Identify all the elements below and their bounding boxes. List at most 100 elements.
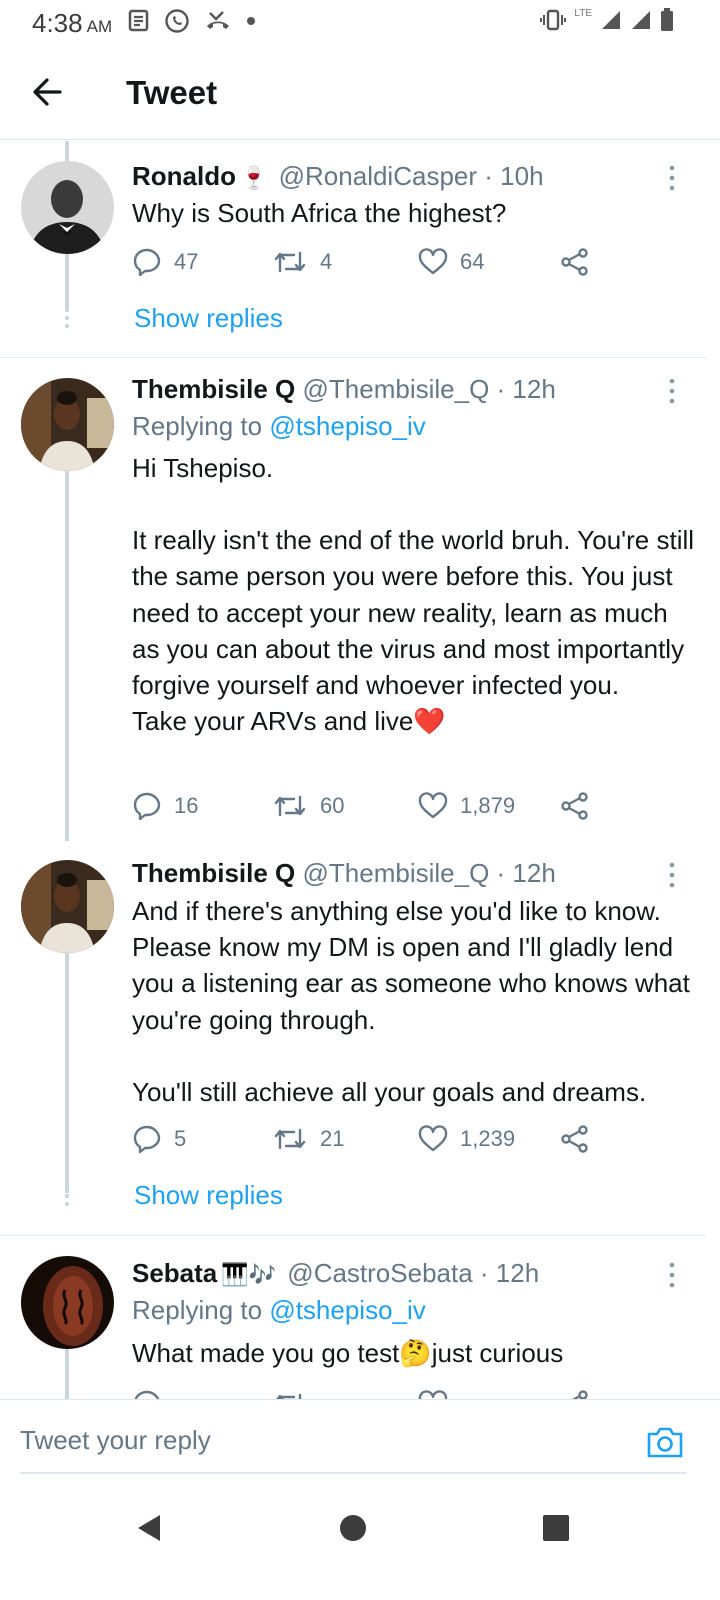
- avatar[interactable]: [21, 161, 114, 254]
- share-icon: [561, 1125, 588, 1153]
- show-replies-link[interactable]: Show replies: [134, 1180, 283, 1211]
- name-emoji: 🎹🎶: [221, 1262, 277, 1287]
- tweet-sebata[interactable]: Sebata 🎹🎶 @CastroSebata · 12h Replying to…: [0, 1236, 720, 1399]
- tweet-header: Ronaldo 🍷 @RonaldiCasper · 10h: [132, 161, 544, 192]
- app-header: Tweet: [0, 44, 720, 140]
- news-icon: [128, 9, 149, 32]
- like-button[interactable]: 1,239: [418, 1124, 515, 1154]
- share-button[interactable]: [560, 791, 590, 821]
- reply-count: 47: [174, 249, 199, 274]
- more-vertical-icon: [669, 1262, 675, 1288]
- author-name[interactable]: Ronaldo: [132, 161, 236, 191]
- reply-button[interactable]: 16: [132, 791, 198, 821]
- network-type-label: LTE: [574, 8, 592, 19]
- retweet-button[interactable]: 4: [272, 247, 332, 277]
- camera-icon: [647, 1427, 683, 1458]
- author-name[interactable]: Thembisile Q: [132, 374, 295, 404]
- author-handle[interactable]: @RonaldiCasper: [279, 161, 477, 191]
- heart-icon: [418, 792, 448, 819]
- like-count: 1,879: [460, 793, 516, 818]
- author-name[interactable]: Thembisile Q: [132, 858, 295, 888]
- comment-icon: [133, 792, 161, 821]
- tweet-header: Thembisile Q @Thembisile_Q · 12h: [132, 858, 556, 889]
- retweet-count: 4: [320, 249, 333, 274]
- mention-link[interactable]: @tshepiso_iv: [269, 411, 425, 441]
- triangle-back-icon: [138, 1515, 160, 1541]
- thread-line: [65, 1349, 69, 1399]
- signal-icon-2: [632, 11, 650, 29]
- like-count: 64: [460, 249, 485, 274]
- name-emoji: 🍷: [240, 165, 268, 190]
- reply-button[interactable]: 47: [132, 247, 198, 277]
- tweet-thembisile-2[interactable]: Thembisile Q @Thembisile_Q · 12h And if …: [0, 840, 720, 1235]
- signal-icon: [602, 11, 620, 29]
- tweet-time: · 12h: [479, 1258, 540, 1288]
- retweet-button[interactable]: 21: [272, 1124, 344, 1154]
- tweet-time: · 10h: [484, 161, 544, 191]
- nav-back-button[interactable]: [130, 1508, 170, 1548]
- tweet-text: And if there's anything else you'd like …: [132, 896, 690, 1107]
- author-handle[interactable]: @Thembisile_Q: [303, 374, 490, 404]
- camera-button[interactable]: [646, 1424, 684, 1460]
- share-icon: [561, 248, 588, 276]
- reply-bar: [0, 1399, 720, 1479]
- more-vertical-icon: [669, 378, 675, 404]
- tweet-actions: 5 21 1,239: [132, 1124, 602, 1158]
- retweet-button[interactable]: 60: [272, 791, 344, 821]
- like-button[interactable]: 1,879: [418, 791, 515, 821]
- comment-icon: [133, 1125, 161, 1154]
- retweet-button[interactable]: [272, 1389, 308, 1399]
- author-handle[interactable]: @CastroSebata: [287, 1258, 472, 1288]
- notification-dot-icon: [247, 17, 255, 25]
- tweet-feed[interactable]: Ronaldo 🍷 @RonaldiCasper · 10h Why is Sou…: [0, 141, 720, 1399]
- tweet-header: Sebata 🎹🎶 @CastroSebata · 12h: [132, 1258, 539, 1289]
- more-vertical-icon: [669, 165, 675, 191]
- heart-icon: [418, 1390, 448, 1399]
- tweet-thembisile-1[interactable]: Thembisile Q @Thembisile_Q · 12h Replyin…: [0, 358, 720, 841]
- heart-icon: [418, 248, 448, 275]
- retweet-count: 60: [320, 793, 345, 818]
- avatar[interactable]: [21, 860, 114, 953]
- share-icon: [571, 1390, 588, 1399]
- tweet-time: · 12h: [496, 858, 556, 888]
- tweet-ronaldo[interactable]: Ronaldo 🍷 @RonaldiCasper · 10h Why is Sou…: [0, 141, 720, 357]
- like-button[interactable]: [418, 1389, 448, 1399]
- square-recents-icon: [543, 1515, 569, 1541]
- status-time: 4:38 AM: [32, 8, 113, 38]
- comment-icon: [134, 1390, 160, 1399]
- share-button[interactable]: [560, 1389, 590, 1399]
- more-options-button[interactable]: [660, 163, 684, 193]
- author-handle[interactable]: @Thembisile_Q: [303, 858, 490, 888]
- nav-recents-button[interactable]: [536, 1508, 576, 1548]
- thread-line: [65, 254, 69, 311]
- more-options-button[interactable]: [660, 860, 684, 890]
- more-options-button[interactable]: [660, 376, 684, 406]
- like-button[interactable]: 64: [418, 247, 484, 277]
- reply-button[interactable]: 5: [132, 1124, 186, 1154]
- share-button[interactable]: [560, 247, 590, 277]
- author-name[interactable]: Sebata: [132, 1258, 217, 1288]
- tweet-time: · 12h: [496, 374, 556, 404]
- retweet-icon: [274, 1128, 306, 1150]
- thread-line: [65, 953, 69, 1193]
- page-title: Tweet: [126, 74, 218, 111]
- reply-input[interactable]: [20, 1408, 686, 1474]
- retweet-icon: [274, 795, 306, 817]
- back-button[interactable]: [28, 72, 68, 112]
- retweet-count: 21: [320, 1126, 345, 1151]
- more-options-button[interactable]: [660, 1260, 684, 1290]
- avatar[interactable]: [21, 378, 114, 471]
- whatsapp-icon: [165, 9, 189, 33]
- show-replies-link[interactable]: Show replies: [134, 303, 283, 334]
- share-button[interactable]: [560, 1124, 590, 1154]
- mention-link[interactable]: @tshepiso_iv: [269, 1295, 425, 1325]
- missed-call-icon: [207, 11, 229, 29]
- tweet-text: Hi Tshepiso. It really isn't the end of …: [132, 453, 695, 737]
- nav-home-button[interactable]: [333, 1508, 373, 1548]
- like-count: 1,239: [460, 1126, 516, 1151]
- system-nav-bar: [0, 1486, 720, 1600]
- reply-button[interactable]: [132, 1389, 162, 1399]
- avatar[interactable]: [21, 1256, 114, 1349]
- retweet-icon: [276, 1393, 302, 1399]
- vibrate-icon: [540, 9, 567, 31]
